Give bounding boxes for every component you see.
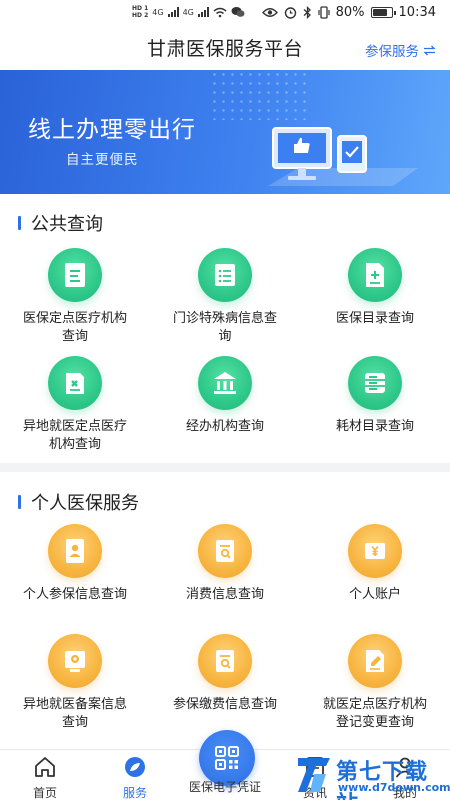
service-icon xyxy=(125,757,145,777)
item-label: 耗材目录查询 xyxy=(335,419,414,434)
personal-service-item[interactable]: 就医定点医疗机构登记变更查询 xyxy=(300,634,450,732)
public-query-item[interactable]: 医保目录查询 xyxy=(300,248,450,328)
home-icon xyxy=(35,757,55,777)
computer-illustration-icon xyxy=(268,127,418,186)
public-query-title: 公共查询 xyxy=(18,210,103,236)
public-query-label: 公共查询 xyxy=(31,214,103,235)
qr-code-icon xyxy=(215,746,239,770)
list-icon xyxy=(198,248,252,302)
insure-service-label: 参保服务 xyxy=(365,44,419,60)
vibrate-icon xyxy=(318,6,330,19)
item-label: 个人账户 xyxy=(348,587,401,602)
document-plus-icon xyxy=(348,248,402,302)
personal-service-item[interactable]: 异地就医备案信息查询 xyxy=(0,634,150,732)
section-divider xyxy=(0,463,450,472)
item-label: 医保定点医疗机构查询 xyxy=(22,311,127,344)
battery-percent: 80% xyxy=(335,5,365,20)
public-query-item[interactable]: 门诊特殊病信息查询 xyxy=(150,248,300,346)
banner-title: 线上办理零出行 xyxy=(28,117,196,143)
watermark-url: www.d7down.com xyxy=(338,781,450,794)
nav-voucher-label[interactable]: 医保电子凭证 xyxy=(170,778,280,795)
search-document-icon xyxy=(198,524,252,578)
building-icon xyxy=(198,356,252,410)
item-label: 就医定点医疗机构登记变更查询 xyxy=(322,697,427,730)
eye-icon xyxy=(261,8,278,17)
location-icon xyxy=(48,634,102,688)
hd2-label: HD 2 xyxy=(132,12,149,19)
wifi-icon xyxy=(213,7,227,17)
nav-service-label: 服务 xyxy=(122,786,147,800)
system-indicators: 80% 10:34 xyxy=(261,5,436,20)
yuan-icon xyxy=(348,524,402,578)
public-query-item[interactable]: 耗材目录查询 xyxy=(300,356,450,436)
network-indicators: HD 1 HD 2 4G 4G xyxy=(132,5,245,19)
storage-icon xyxy=(348,356,402,410)
nav-home[interactable]: 首页 xyxy=(10,756,80,800)
hd-badges: HD 1 HD 2 xyxy=(132,5,148,19)
net1-label: 4G xyxy=(152,7,164,17)
public-query-item[interactable]: 医保定点医疗机构查询 xyxy=(0,248,150,346)
banner-dots xyxy=(210,70,310,120)
wechat-icon xyxy=(231,7,245,17)
nav-home-label: 首页 xyxy=(32,786,57,800)
personal-service-item[interactable]: 个人账户 xyxy=(300,524,450,604)
signal-icon xyxy=(197,7,209,17)
promo-banner[interactable]: 线上办理零出行 自主更便民 xyxy=(0,70,450,194)
document-icon xyxy=(48,248,102,302)
nav-service[interactable]: 服务 xyxy=(100,756,170,800)
personal-service-item[interactable]: 参保缴费信息查询 xyxy=(150,634,300,714)
clock: 10:34 xyxy=(398,5,436,20)
battery-icon xyxy=(370,7,396,18)
edit-document-icon xyxy=(348,634,402,688)
section-marker xyxy=(18,495,21,509)
insure-service-link[interactable]: 参保服务 xyxy=(365,40,436,60)
personal-service-item[interactable]: 消费信息查询 xyxy=(150,524,300,604)
item-label: 经办机构查询 xyxy=(185,419,264,434)
personal-service-label: 个人医保服务 xyxy=(31,493,139,514)
public-query-item[interactable]: 经办机构查询 xyxy=(150,356,300,436)
app-header: 甘肃医保服务平台 参保服务 xyxy=(0,26,450,70)
watermark-logo-icon xyxy=(298,758,330,792)
search-document-icon xyxy=(198,634,252,688)
net2-label: 4G xyxy=(182,7,194,17)
item-label: 异地就医备案信息查询 xyxy=(22,697,127,730)
status-bar: HD 1 HD 2 4G 4G 80% 10:34 xyxy=(0,0,450,26)
public-query-item[interactable]: 异地就医定点医疗机构查询 xyxy=(0,356,150,454)
item-label: 异地就医定点医疗机构查询 xyxy=(22,419,127,452)
banner-subtitle: 自主更便民 xyxy=(66,152,139,168)
section-marker xyxy=(18,216,21,230)
personal-service-title: 个人医保服务 xyxy=(18,489,139,515)
switch-arrows-icon xyxy=(423,45,436,55)
bluetooth-icon xyxy=(303,6,311,19)
id-card-icon xyxy=(48,524,102,578)
hd1-label: HD 1 xyxy=(132,5,149,12)
alarm-icon xyxy=(284,7,296,19)
item-label: 消费信息查询 xyxy=(185,587,264,602)
personal-service-item[interactable]: 个人参保信息查询 xyxy=(0,524,150,604)
item-label: 参保缴费信息查询 xyxy=(172,697,277,712)
item-label: 个人参保信息查询 xyxy=(22,587,127,602)
watermark: 第七下载站 www.d7down.com xyxy=(296,752,450,800)
medical-card-icon xyxy=(48,356,102,410)
item-label: 门诊特殊病信息查询 xyxy=(172,311,277,344)
item-label: 医保目录查询 xyxy=(335,311,414,326)
signal-icon xyxy=(167,7,179,17)
